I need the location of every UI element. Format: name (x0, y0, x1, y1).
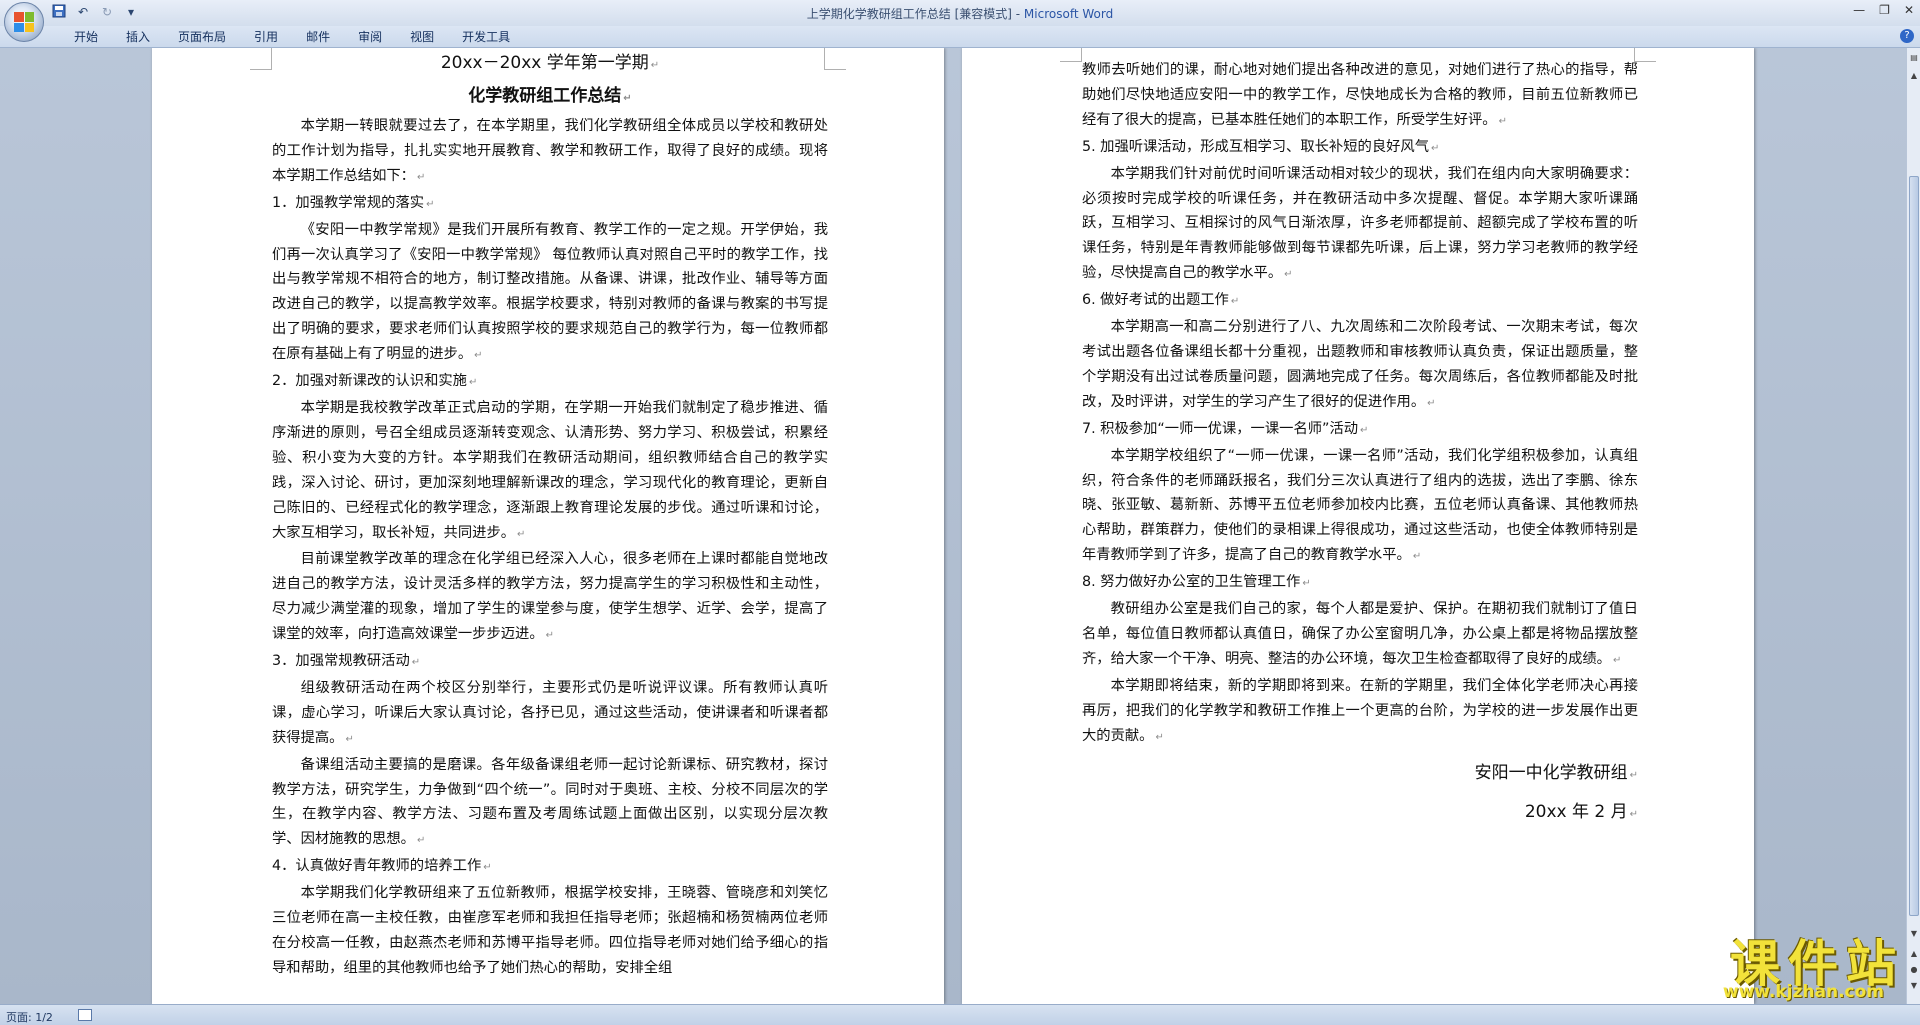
section-heading-8: 8. 努力做好办公室的卫生管理工作 ↵ (1082, 574, 1311, 591)
office-logo-icon (14, 12, 34, 32)
ribbon-tab-bar: 开始 插入 页面布局 引用 邮件 审阅 视图 开发工具 ? (0, 26, 1920, 48)
scroll-down-icon[interactable]: ▼ (1908, 928, 1920, 940)
crop-mark (250, 48, 272, 70)
tab-home[interactable]: 开始 (60, 29, 112, 45)
minimize-icon[interactable]: — (1853, 3, 1865, 17)
section-heading-6: 6. 做好考试的出题工作 ↵ (1082, 292, 1240, 309)
paragraph-closing: 本学期即将结束，新的学期即将到来。在新的学期里，我们全体化学老师决心再接再厉，把… (1082, 677, 1638, 744)
document-page-2[interactable]: 教师去听她们的课，耐心地对她们提出各种改进的意见，对她们进行了热心的指导，帮助她… (962, 48, 1754, 1004)
paragraph-2b: 目前课堂教学改革的理念在化学组已经深入人心，很多老师在上课时都能自觉地改进自己的… (272, 551, 828, 643)
scrollbar-thumb[interactable] (1909, 176, 1919, 916)
paragraph-7: 本学期学校组织了“一师一优课，一课一名师”活动，我们化学组积极参加，认真组织，符… (1082, 447, 1638, 564)
tab-mailings[interactable]: 邮件 (292, 29, 344, 45)
paragraph-3b: 备课组活动主要搞的是磨课。各年级备课组老师一起讨论新课标、研究教材，探讨教学方法… (272, 756, 828, 848)
signature-organization: 安阳一中化学教研组 ↵ (1474, 763, 1638, 784)
tab-page-layout[interactable]: 页面布局 (164, 29, 240, 45)
section-heading-5: 5. 加强听课活动，形成互相学习、取长补短的良好风气 ↵ (1082, 138, 1440, 155)
document-title: 上学期化学教研组工作总结 [兼容模式] - (806, 7, 1024, 21)
watermark-logo: 课件站 www.kjzhan.com (1664, 924, 1904, 1002)
page-2-text: 教师去听她们的课，耐心地对她们提出各种改进的意见，对她们进行了热心的指导，帮助她… (1082, 58, 1638, 830)
signature-date: 20xx 年 2 月 ↵ (1524, 802, 1638, 823)
document-title-line2: 化学教研组工作总结 ↵ (468, 86, 632, 106)
vertical-scrollbar[interactable]: ▤ ▲ ▼ ▲ ● ▼ (1906, 48, 1920, 1004)
section-heading-4: 4．认真做好青年教师的培养工作 ↵ (272, 858, 492, 875)
proofing-status-icon[interactable] (78, 1009, 92, 1021)
paragraph-8: 教研组办公室是我们自己的家，每个人都是爱护、保护。在期初我们就制订了值日名单，每… (1082, 601, 1638, 667)
paragraph-5: 本学期我们针对前优时间听课活动相对较少的现状，我们在组内向大家明确要求：必须按时… (1082, 165, 1638, 282)
app-name: Microsoft Word (1023, 7, 1114, 21)
crop-mark (1060, 48, 1082, 62)
document-workspace: 20xx－20xx 学年第一学期 ↵ 化学教研组工作总结 ↵ 本学期一转眼就要过去了… (0, 48, 1906, 1004)
paragraph-1: 《安阳一中教学常规》是我们开展所有教育、教学工作的一定之规。开学伊始，我们再一次… (272, 221, 828, 363)
section-heading-1: 1．加强教学常规的落实 ↵ (272, 194, 435, 211)
paragraph-6: 本学期高一和高二分别进行了八、九次周练和二次阶段考试、一次期末考试，每次考试出题… (1082, 319, 1638, 410)
window-controls: — ❐ ✕ (1853, 3, 1914, 17)
next-page-icon[interactable]: ▼ (1908, 980, 1920, 992)
previous-page-icon[interactable]: ▲ (1908, 948, 1920, 960)
tab-references[interactable]: 引用 (240, 29, 292, 45)
paragraph-4-continued: 教师去听她们的课，耐心地对她们提出各种改进的意见，对她们进行了热心的指导，帮助她… (1082, 62, 1638, 128)
status-bar: 页面: 1/2 (0, 1004, 1920, 1025)
document-title-line1: 20xx－20xx 学年第一学期 ↵ (440, 53, 660, 73)
page-indicator[interactable]: 页面: 1/2 (6, 1009, 53, 1025)
paragraph-2a: 本学期是我校教学改革正式启动的学期，在学期一开始我们就制定了稳步推进、循序渐进的… (272, 399, 828, 541)
section-heading-7: 7. 积极参加“一师一优课，一课一名师”活动 ↵ (1082, 420, 1369, 437)
ruler-toggle-icon[interactable]: ▤ (1908, 52, 1920, 64)
restore-icon[interactable]: ❐ (1879, 3, 1890, 17)
section-heading-3: 3．加强常规教研活动 ↵ (272, 653, 421, 670)
help-icon[interactable]: ? (1900, 29, 1914, 43)
title-bar: ↶ ↻ ▾ 上学期化学教研组工作总结 [兼容模式] - Microsoft Wo… (0, 0, 1920, 42)
tab-view[interactable]: 视图 (396, 29, 448, 45)
scroll-up-icon[interactable]: ▲ (1908, 70, 1920, 82)
paragraph-intro: 本学期一转眼就要过去了，在本学期里，我们化学教研组全体成员以学校和教研处的工作计… (272, 118, 828, 184)
document-page-1[interactable]: 20xx－20xx 学年第一学期 ↵ 化学教研组工作总结 ↵ 本学期一转眼就要过去了… (152, 48, 944, 1004)
browse-object-icon[interactable]: ● (1908, 964, 1920, 976)
tab-insert[interactable]: 插入 (112, 29, 164, 45)
watermark-url: www.kjzhan.com (1722, 982, 1884, 1002)
office-button[interactable] (4, 2, 44, 42)
tab-review[interactable]: 审阅 (344, 29, 396, 45)
page-1-text: 20xx－20xx 学年第一学期 ↵ 化学教研组工作总结 ↵ 本学期一转眼就要过去了… (272, 48, 828, 981)
paragraph-4: 本学期我们化学教研组来了五位新教师，根据学校安排，王晓蓉、管晓彦和刘笑忆三位老师… (272, 885, 828, 976)
tab-developer[interactable]: 开发工具 (448, 29, 524, 45)
window-title: 上学期化学教研组工作总结 [兼容模式] - Microsoft Word (0, 5, 1920, 22)
paragraph-3a: 组级教研活动在两个校区分别举行，主要形式仍是听说评议课。所有教师认真听课，虚心学… (272, 679, 828, 746)
close-icon[interactable]: ✕ (1904, 3, 1914, 17)
section-heading-2: 2．加强对新课改的认识和实施 ↵ (272, 373, 478, 390)
